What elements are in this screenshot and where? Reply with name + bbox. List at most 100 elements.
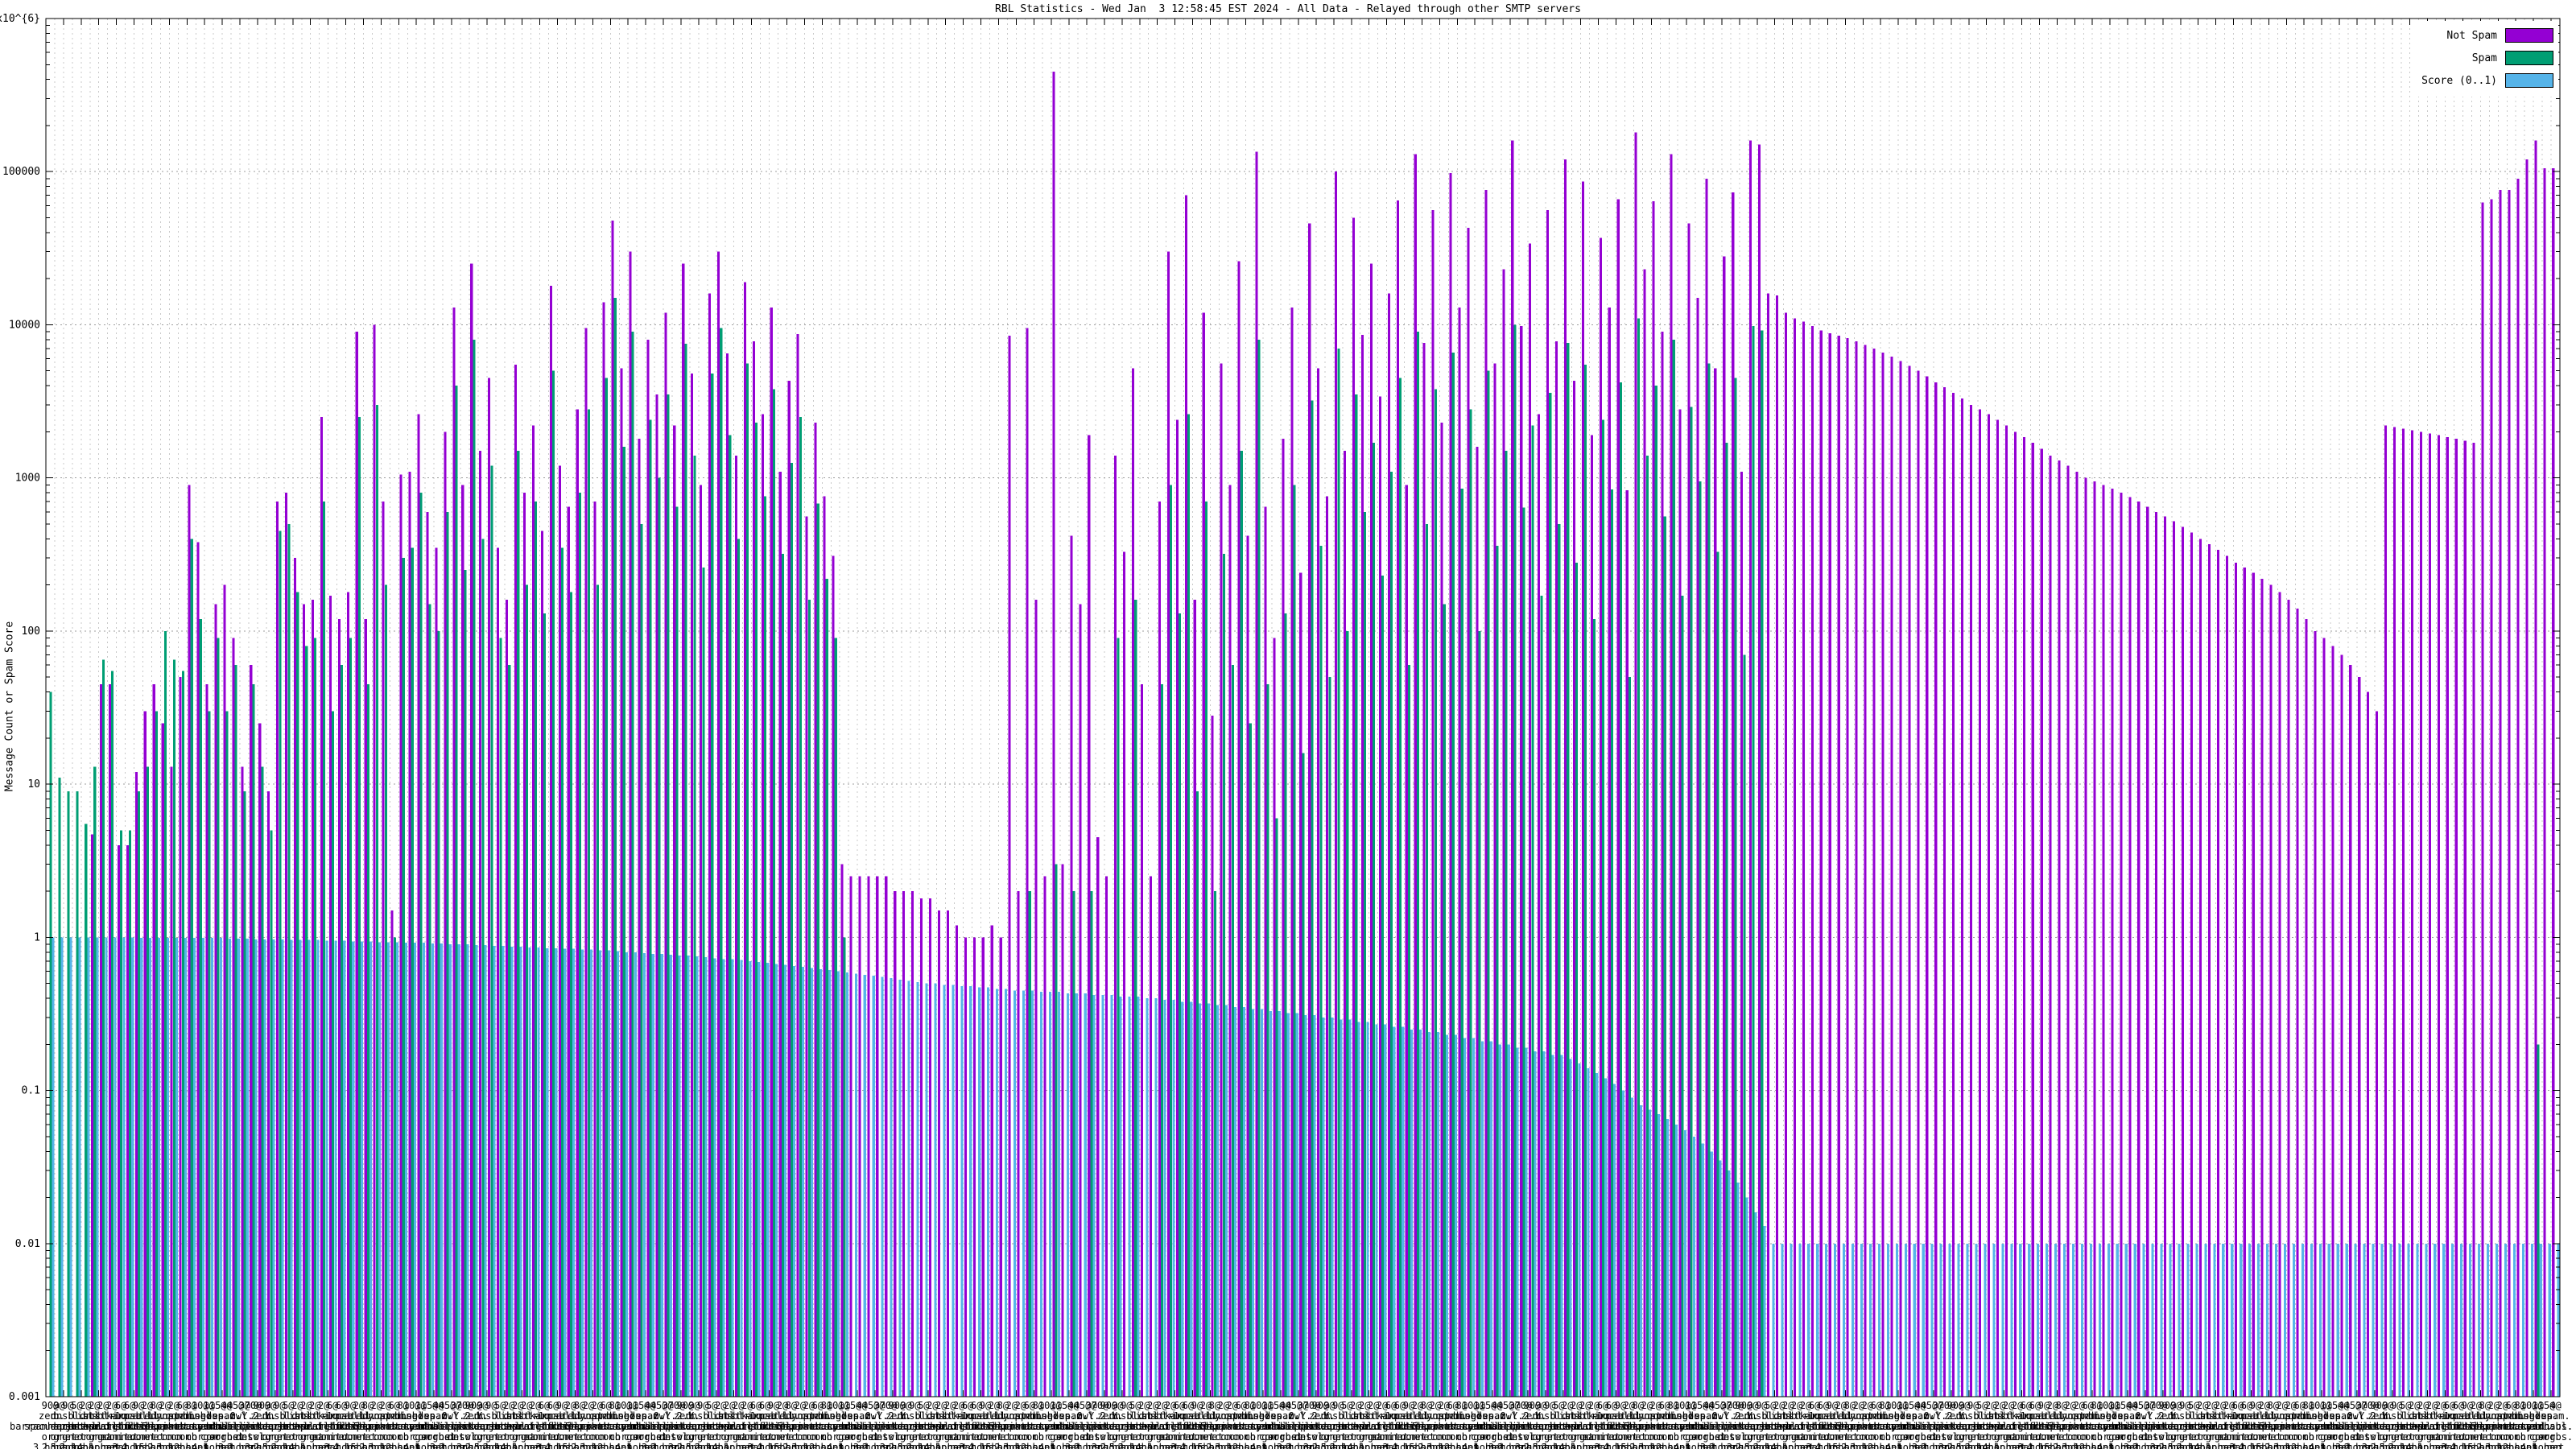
score-bar <box>1402 1026 1405 1397</box>
score-bar <box>2054 1243 2058 1397</box>
score-bar <box>2151 1243 2154 1397</box>
score-bar <box>2425 1243 2428 1397</box>
legend-row-not-spam: Not Spam <box>2421 24 2553 47</box>
not-spam-bar <box>1908 365 1911 1397</box>
not-spam-bar <box>761 414 764 1397</box>
score-bar <box>1816 1243 1819 1397</box>
score-bar <box>1781 1243 1784 1397</box>
score-bar <box>1683 1129 1686 1397</box>
score-bar <box>1375 1024 1378 1397</box>
spam-bar <box>526 584 529 1397</box>
spam-bar <box>234 665 237 1397</box>
not-spam-bar <box>929 898 932 1397</box>
spam-bar <box>1522 507 1525 1397</box>
score-bar <box>1745 1197 1748 1397</box>
not-spam-bar <box>1184 195 1187 1397</box>
not-spam-bar <box>726 353 729 1397</box>
spam-bar <box>357 417 361 1397</box>
spam-bar <box>305 646 308 1397</box>
score-bar <box>854 973 857 1397</box>
score-bar <box>1075 993 1078 1397</box>
not-spam-bar <box>1608 307 1611 1397</box>
score-bar <box>616 951 619 1397</box>
spam-bar <box>667 394 670 1397</box>
score-bar <box>2098 1243 2101 1397</box>
spam-bar <box>1195 791 1199 1397</box>
score-bar <box>2530 1243 2533 1397</box>
spam-bar <box>402 558 405 1397</box>
score-bar <box>1092 995 1096 1397</box>
spam-bar <box>1593 618 1596 1397</box>
score-bar <box>1578 1063 1581 1397</box>
spam-bar <box>464 570 467 1397</box>
not-spam-bar <box>417 414 420 1397</box>
score-bar <box>863 974 866 1397</box>
y-tick-label: 0.1 <box>22 1085 40 1097</box>
score-bar <box>484 945 487 1397</box>
score-bar <box>228 939 231 1397</box>
y-tick-label: 0.001 <box>9 1391 40 1403</box>
not-spam-bar <box>1872 348 1876 1397</box>
not-spam-bar <box>1723 256 1726 1397</box>
spam-bar <box>1513 324 1517 1397</box>
score-bar <box>1542 1051 1546 1397</box>
legend: Not Spam Spam Score (0..1) <box>2413 21 2558 97</box>
not-spam-bar <box>170 766 173 1397</box>
score-bar <box>1110 995 1113 1397</box>
spam-bar <box>1399 378 1402 1397</box>
score-bar <box>299 939 302 1397</box>
not-spam-bar <box>549 285 552 1397</box>
score-bar <box>2283 1243 2286 1397</box>
legend-swatch-score <box>2505 73 2553 88</box>
score-bar <box>1975 1243 1978 1397</box>
score-bar <box>519 946 522 1397</box>
spam-bar <box>772 389 775 1397</box>
score-bar <box>387 942 390 1397</box>
spam-bar <box>349 638 353 1397</box>
score-bar <box>2469 1243 2472 1397</box>
score-bar <box>131 937 134 1397</box>
not-spam-bar <box>1008 335 1011 1397</box>
not-spam-bar <box>188 485 191 1397</box>
not-spam-bar <box>885 876 888 1397</box>
score-bar <box>1649 1109 1652 1397</box>
not-spam-bar <box>1979 409 1982 1397</box>
spam-bar <box>587 409 590 1397</box>
not-spam-bar <box>876 876 879 1397</box>
score-bar <box>599 950 602 1397</box>
not-spam-bar <box>196 542 200 1397</box>
score-bar <box>2363 1243 2366 1397</box>
not-spam-bar <box>1484 189 1488 1397</box>
not-spam-bar <box>584 328 588 1397</box>
score-bar <box>272 939 275 1397</box>
not-spam-bar <box>1952 392 1955 1397</box>
score-bar <box>1472 1038 1475 1397</box>
score-bar <box>96 937 99 1397</box>
score-bar <box>1234 1007 1237 1397</box>
score-bar <box>2089 1243 2092 1397</box>
spam-bar <box>1567 343 1570 1397</box>
score-bar <box>1480 1041 1484 1397</box>
not-spam-bar <box>1228 485 1232 1397</box>
score-bar <box>634 952 637 1397</box>
score-bar <box>2186 1243 2190 1397</box>
not-spam-bar <box>1793 318 1796 1397</box>
spam-bar <box>543 613 547 1397</box>
not-spam-bar <box>2128 497 2132 1397</box>
not-spam-bar <box>2516 178 2520 1397</box>
score-bar <box>1225 1005 1228 1397</box>
score-bar <box>2240 1243 2243 1397</box>
spam-bar <box>508 665 511 1397</box>
not-spam-bar <box>920 898 923 1397</box>
not-spam-bar <box>161 723 164 1397</box>
not-spam-bar <box>1616 199 1620 1397</box>
not-spam-bar <box>1344 451 1347 1397</box>
not-spam-bar <box>999 937 1002 1397</box>
score-bar <box>687 956 690 1397</box>
score-bar <box>1066 993 1069 1397</box>
legend-row-spam: Spam <box>2421 47 2553 69</box>
not-spam-bar <box>1493 363 1496 1397</box>
score-bar <box>2380 1243 2384 1397</box>
not-spam-bar <box>2525 159 2529 1397</box>
score-bar <box>1569 1059 1572 1397</box>
